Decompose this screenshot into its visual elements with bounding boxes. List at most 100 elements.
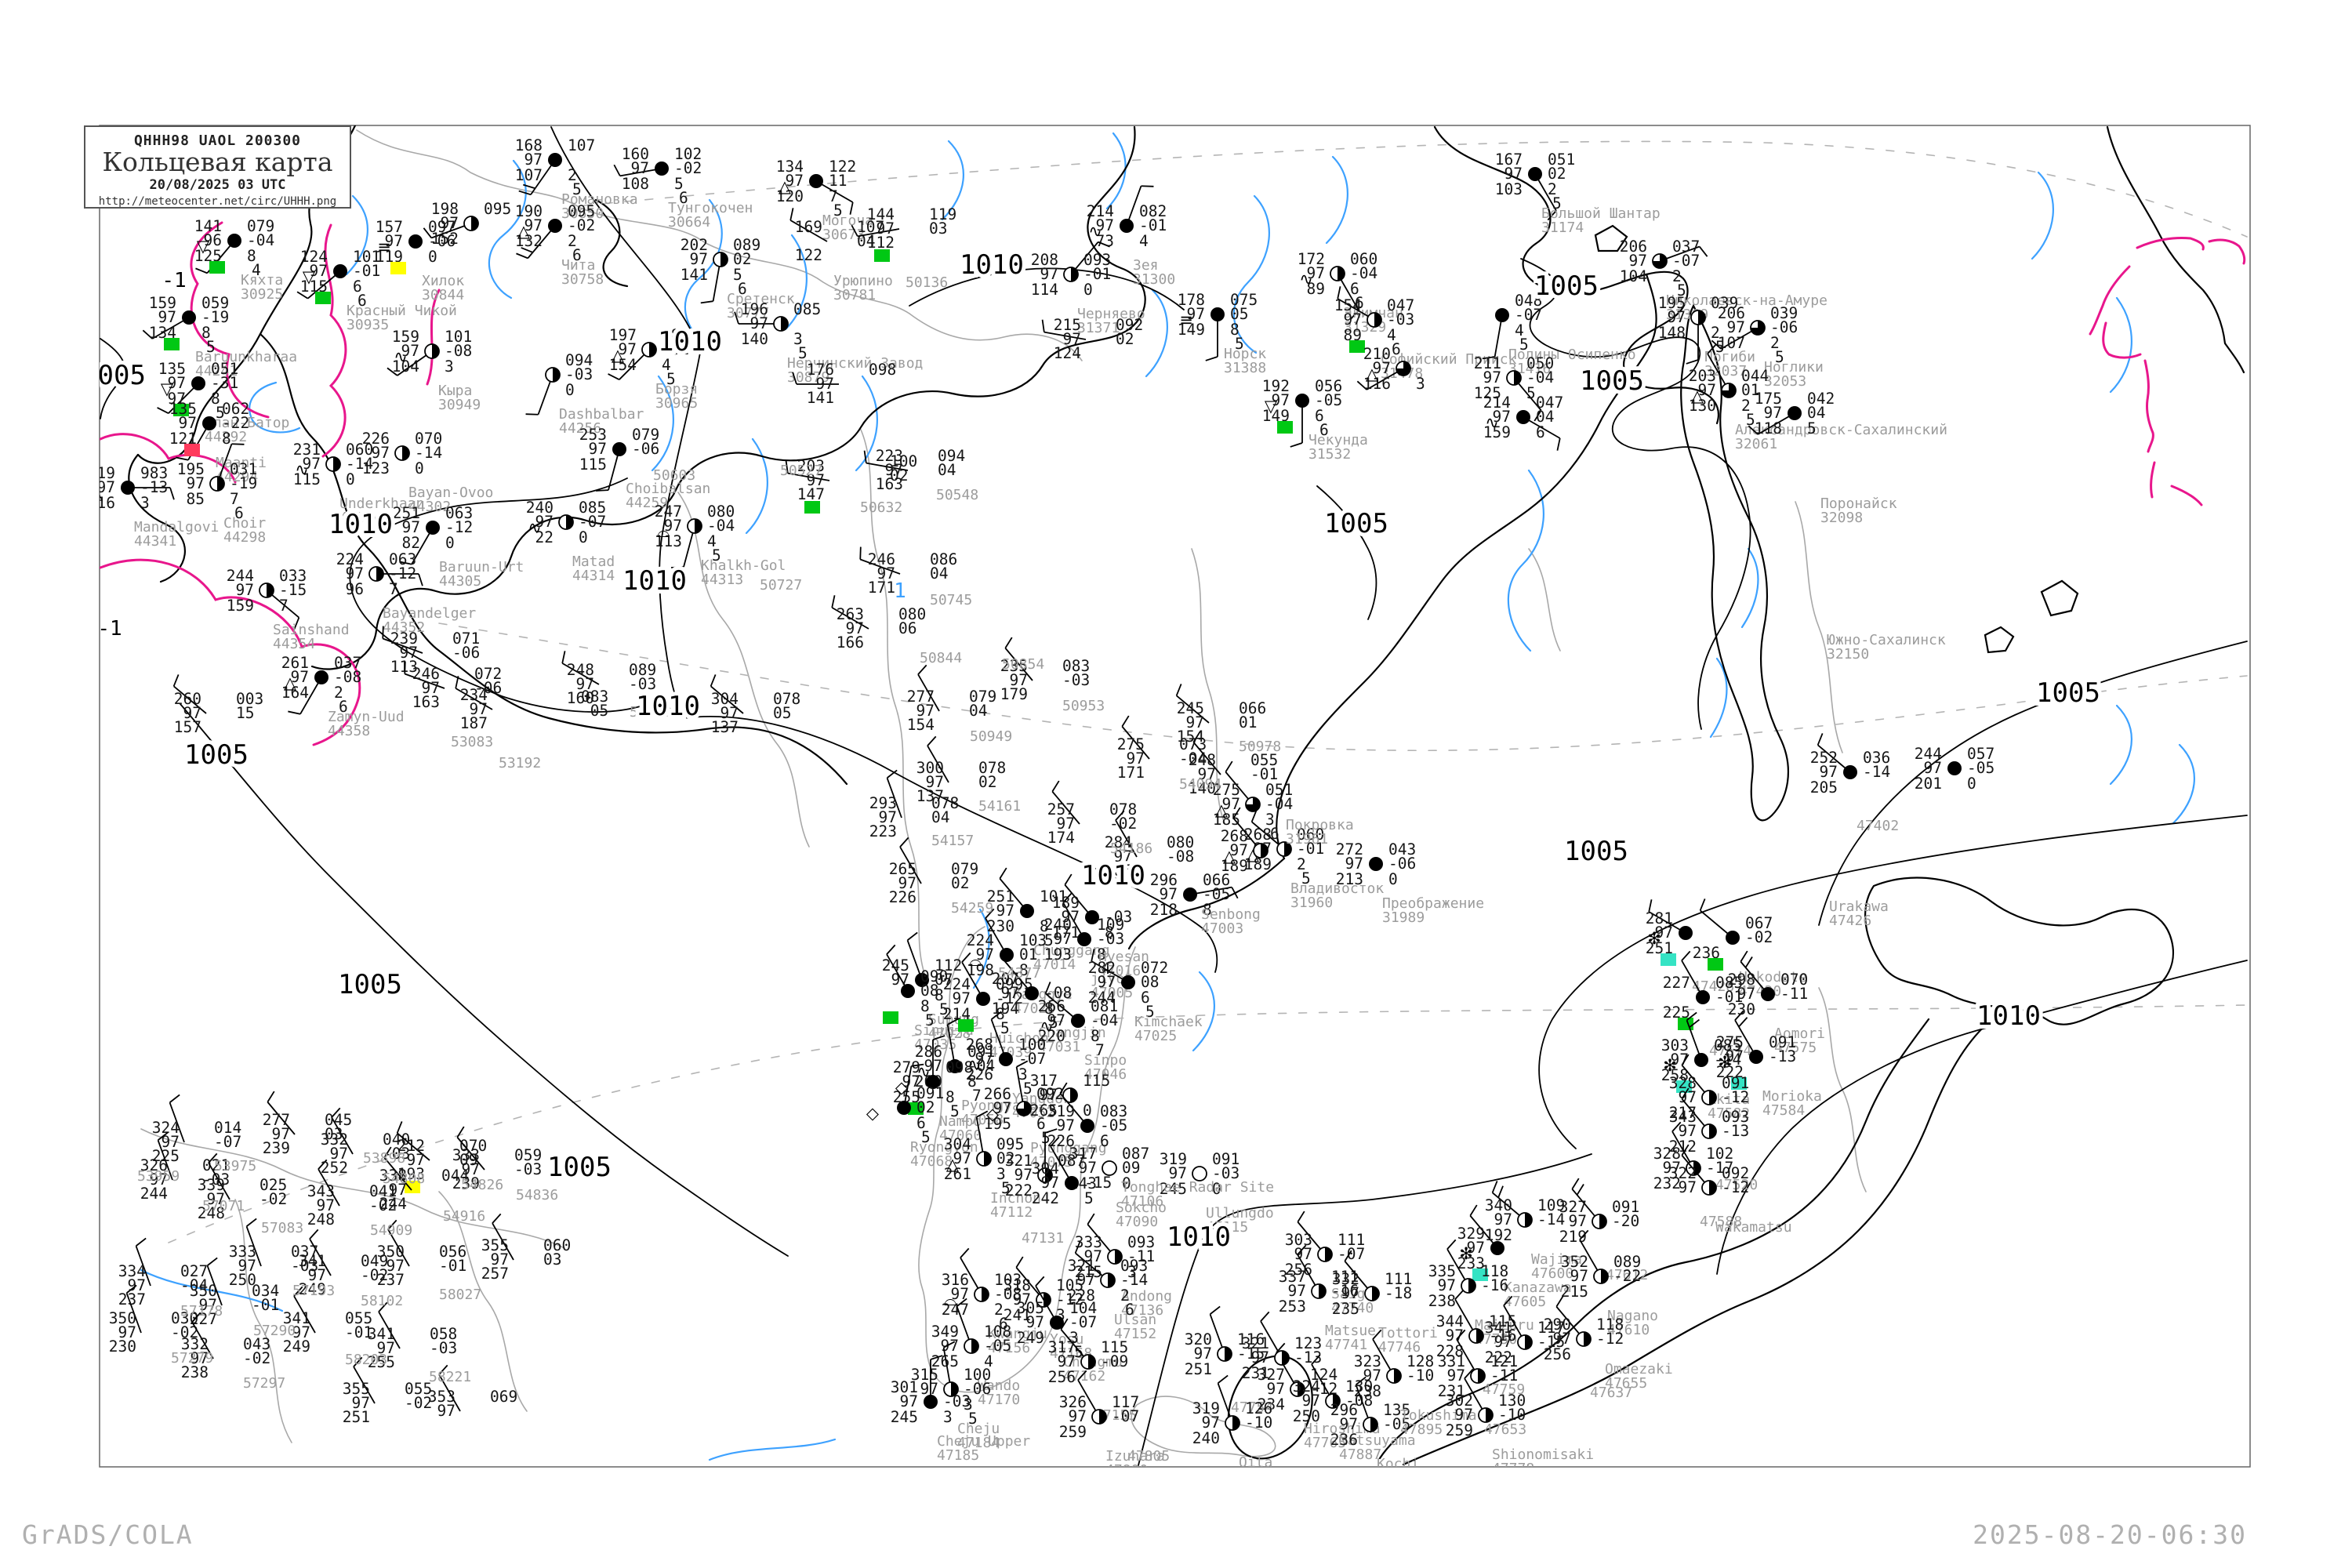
station-id: 44298 — [223, 529, 266, 546]
weather-symbol: ∿ — [1485, 413, 1499, 432]
wind-barb-feather — [1571, 1178, 1580, 1190]
station-id: 31989 — [1382, 909, 1425, 926]
station-id: 47741 — [1325, 1337, 1367, 1353]
station-id-label: 58203 — [345, 1352, 387, 1368]
station-plot: 202 08997 02141 56Сретенск30777 — [681, 236, 795, 321]
station-id: 47025 — [1134, 1028, 1177, 1044]
weather-symbol: △ — [284, 673, 297, 692]
wind-barb-feather — [1454, 1289, 1465, 1300]
station-id: 50136 — [906, 274, 948, 291]
wind-barb-feather — [1491, 1181, 1498, 1193]
station-plot: 2469717108604 — [859, 546, 957, 597]
station-id: 31174 — [1541, 220, 1584, 236]
station-tendency: -11 — [1490, 1367, 1518, 1385]
isobar-path — [1538, 815, 2248, 1149]
isobar-label: 1010 — [1167, 1221, 1231, 1253]
cloud-cover-circle — [1000, 948, 1014, 962]
station-tendency: -03 — [1062, 671, 1090, 689]
cloud-cover-circle — [191, 376, 205, 390]
station-id: 32053 — [1764, 373, 1806, 390]
station-tendency: -12 — [1722, 1088, 1749, 1106]
station-name: Wakamatsu — [1715, 1219, 1792, 1236]
weather-symbol: ⌓ — [969, 951, 982, 970]
weather-symbol: ∿ — [394, 347, 408, 366]
cloud-cover-circle — [202, 416, 216, 430]
status-square-green — [958, 1019, 974, 1032]
wind-barb — [1205, 314, 1218, 361]
station-dewpoint: 256 — [1048, 1368, 1076, 1386]
cloud-cover-half — [1338, 267, 1345, 281]
station-cloud-amount: 0 — [428, 248, 437, 266]
river-path — [1145, 289, 1168, 378]
station-tendency: 02 — [978, 773, 996, 791]
river-path — [1192, 971, 1215, 1052]
station-plot: 214 04797 04159 6∿ — [1483, 394, 1563, 451]
wind-barb-feather — [608, 373, 620, 380]
station-id: 30844 — [422, 287, 464, 303]
station-dewpoint: 239 — [263, 1139, 290, 1157]
status-square-green — [1678, 1018, 1693, 1030]
station-cloud-amount: 0 — [346, 470, 355, 488]
station-dewpoint: 193 — [1044, 946, 1072, 964]
station-id-label: 50978 — [1239, 739, 1281, 755]
cloud-cover-circle — [1295, 394, 1309, 408]
station-dewpoint: 141 — [681, 266, 708, 284]
station-id: 47653 — [1484, 1421, 1526, 1438]
station-dewpoint: 201 — [1915, 775, 1942, 793]
cloud-cover-half — [1225, 1347, 1232, 1361]
status-square-red — [184, 444, 200, 456]
cloud-cover-half — [1709, 1124, 1716, 1138]
wind-barb-feather — [1699, 898, 1706, 911]
station-id: 47605 — [1504, 1294, 1546, 1310]
station-pressure: 085 — [793, 300, 821, 318]
station-id: 53083 — [451, 734, 493, 750]
station-tendency: -20 — [1612, 1212, 1639, 1230]
station-id-label: 54808 — [383, 1171, 425, 1187]
wind-barb-feather — [899, 837, 909, 848]
station-id: 47895 — [1400, 1421, 1443, 1438]
wind-barb-feather — [1121, 715, 1130, 728]
station-dewpoint: 244 — [140, 1185, 168, 1203]
station-tendency: -10 — [1406, 1367, 1434, 1385]
status-square-green — [1708, 958, 1723, 971]
station-id: 32150 — [1827, 646, 1869, 662]
cloud-cover-half — [1599, 1214, 1606, 1229]
isobar-label: 1005 — [82, 360, 146, 391]
station-tendency: -01 — [1250, 765, 1278, 783]
misc-label: 1 — [894, 579, 906, 603]
status-square-green — [804, 501, 820, 514]
station-id-label: 57083 — [261, 1220, 303, 1236]
cloud-cover-circle — [314, 670, 328, 684]
cloud-cover-circle — [976, 992, 990, 1006]
station-dewpoint: 163 — [876, 475, 903, 493]
weather-symbol: △ — [946, 1155, 960, 1174]
station-id-label: 57193 — [292, 1283, 335, 1299]
station-id-label: 53975 — [214, 1158, 256, 1174]
stations-layer: 141 07996 -04125 84▽Кяхта30925 124 1 01 97 -01 11… — [100, 125, 1994, 1467]
station-temp: 227 — [1663, 974, 1690, 992]
cloud-cover-half — [1584, 1332, 1591, 1346]
cloud-cover-half — [333, 457, 340, 471]
station-plot: 244 03397 -15159 7Sainshand44354 — [227, 567, 350, 652]
cloud-cover-circle — [1788, 406, 1802, 420]
station-cloud-amount: 8 — [1105, 924, 1114, 942]
station-tendency: -04 — [180, 1276, 208, 1294]
station-dewpoint: 179 — [1000, 685, 1028, 703]
station-dewpoint: 205 — [1810, 779, 1838, 797]
wind-barb-feather — [206, 1257, 218, 1266]
cloud-cover-circle — [897, 1101, 911, 1115]
cloud-cover-circle — [1183, 887, 1197, 902]
station-dewpoint: 112 — [867, 234, 895, 252]
station-id-label: 57279 — [171, 1350, 213, 1367]
station-cloud-amount: 5 — [1807, 419, 1817, 437]
station-id: 30965 — [655, 395, 698, 412]
cloud-cover-half — [1525, 1213, 1532, 1227]
wind-barb-feather — [1087, 1213, 1095, 1225]
station-cloud-amount: 0 — [1967, 775, 1976, 793]
station-cloud-amount: 8 — [222, 430, 231, 448]
wind-barb-feather — [1209, 1305, 1221, 1315]
station-dewpoint: 230 — [109, 1338, 136, 1356]
station-id: 31300 — [1133, 271, 1175, 288]
station-plot: 244 05797 -05201 0 — [1915, 745, 1994, 793]
wind-barb-feather — [157, 407, 169, 414]
